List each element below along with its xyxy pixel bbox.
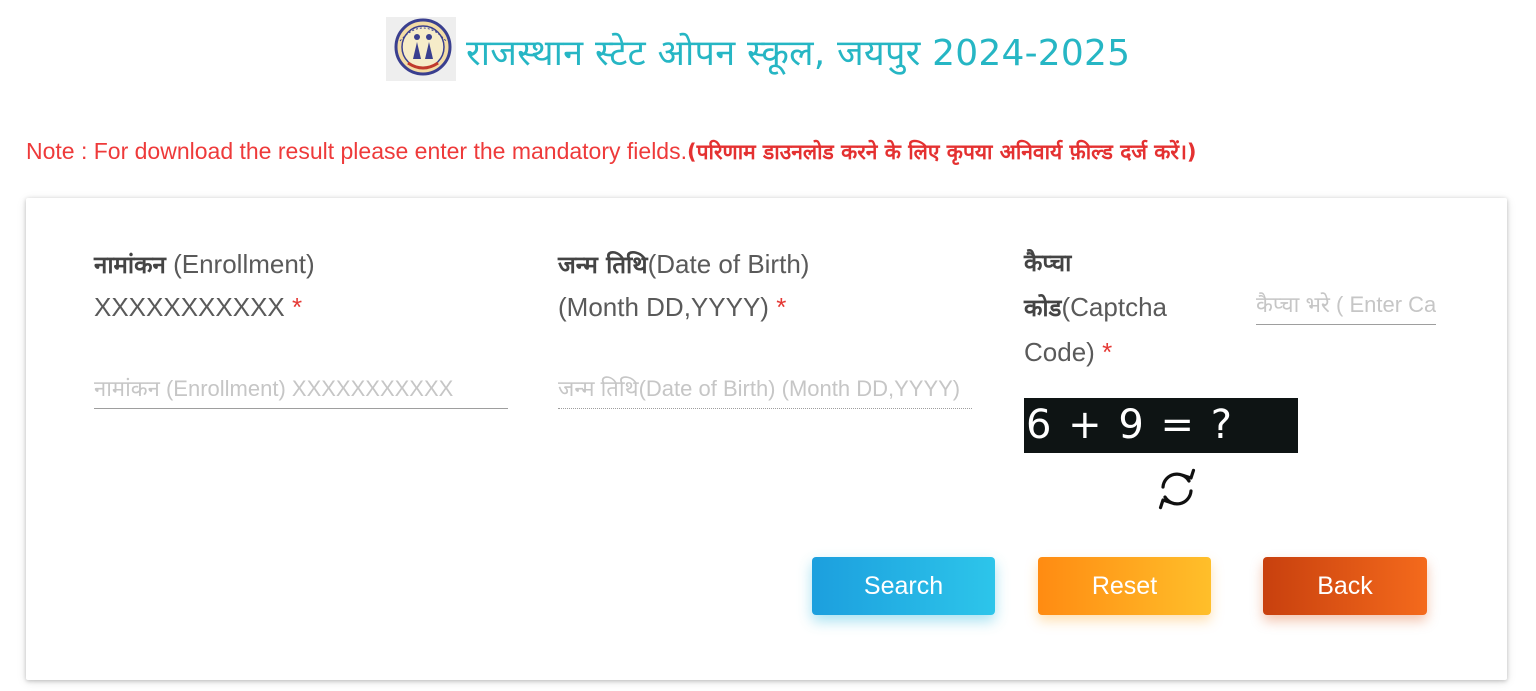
dob-label-hindi: जन्म तिथि [558,251,648,279]
captcha-image: 6 + 9 = ? [1024,398,1298,453]
captcha-label-hindi-1: कैप्चा [1024,249,1072,277]
dob-label: जन्म तिथि(Date of Birth) (Month DD,YYYY)… [558,243,988,328]
dob-label-english: (Date of Birth) [647,249,810,279]
note-hindi: (परिणाम डाउनलोड करने के लिए कृपया अनिवार… [686,140,1197,164]
enrollment-input[interactable] [94,376,508,409]
refresh-icon[interactable] [1154,466,1200,512]
note-english: Note : For download the result please en… [26,138,687,164]
back-button[interactable]: Back [1263,557,1427,615]
captcha-label: कैप्चा कोड(Captcha Code) * [1024,240,1224,374]
search-button[interactable]: Search [812,557,995,615]
enrollment-label-english: (Enrollment) [165,249,315,279]
dob-label-format: (Month DD,YYYY) [558,292,769,322]
required-mark: * [776,292,787,322]
mandatory-note: Note : For download the result please en… [26,138,1197,166]
enrollment-label-hindi: नामांकन [94,251,166,279]
required-mark: * [1102,337,1113,367]
captcha-label-english-1: (Captcha [1061,292,1168,322]
required-mark: * [292,292,303,322]
enrollment-label: नामांकन (Enrollment) XXXXXXXXXXX * [94,243,514,328]
page-header: राजस्थान स्टेट ओपन स्कूल, जयपुर 2024-202… [386,16,1130,82]
result-form-card: नामांकन (Enrollment) XXXXXXXXXXX * जन्म … [26,198,1507,680]
enrollment-label-format: XXXXXXXXXXX [94,292,285,322]
captcha-label-english-2: Code) [1024,337,1095,367]
captcha-label-hindi-2: कोड [1024,294,1062,322]
rsos-emblem-icon [386,17,456,81]
dob-input[interactable] [558,376,972,409]
reset-button[interactable]: Reset [1038,557,1211,615]
captcha-input[interactable] [1256,292,1436,325]
page-title: राजस्थान स्टेट ओपन स्कूल, जयपुर 2024-202… [466,32,1131,74]
